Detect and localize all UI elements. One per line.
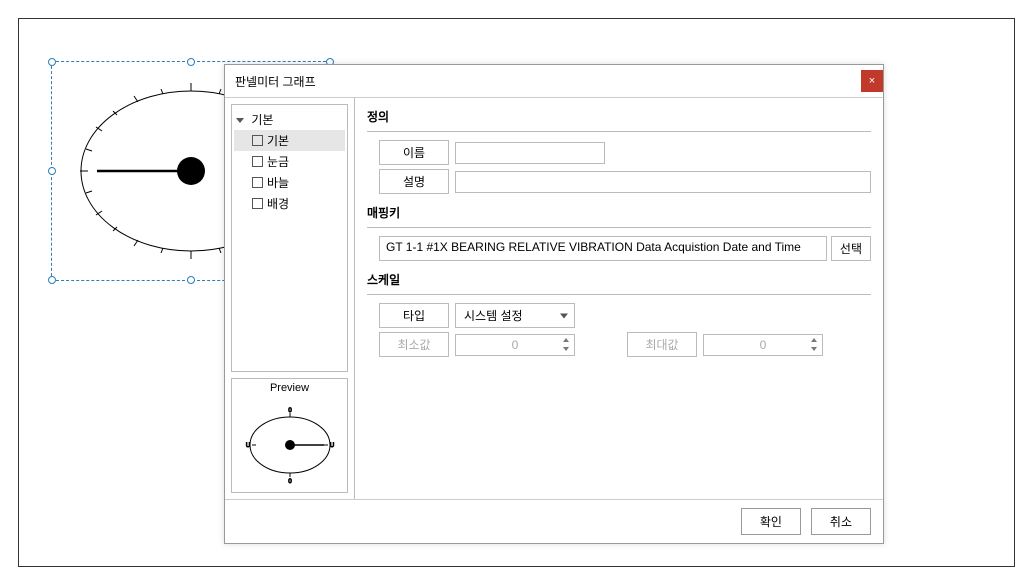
spinner xyxy=(560,336,572,354)
tree-item-label: 바늘 xyxy=(267,174,289,191)
dialog-footer: 확인 취소 xyxy=(225,499,883,543)
select-value: 시스템 설정 xyxy=(464,307,523,324)
row-mapping: GT 1-1 #1X BEARING RELATIVE VIBRATION Da… xyxy=(379,236,871,261)
dialog-body: 기본 기본 눈금 바늘 xyxy=(225,98,883,499)
outer-frame: 판넬미터 그래프 × 기본 기본 눈금 xyxy=(18,18,1015,567)
spin-down-icon[interactable] xyxy=(808,345,820,354)
mapping-value: GT 1-1 #1X BEARING RELATIVE VIBRATION Da… xyxy=(379,236,827,261)
input-name[interactable] xyxy=(455,142,605,164)
svg-text:0: 0 xyxy=(288,479,292,485)
resize-handle-ml[interactable] xyxy=(48,167,56,175)
checkbox-icon[interactable] xyxy=(252,198,263,209)
mapping-select-button[interactable]: 선택 xyxy=(831,236,871,261)
ok-button[interactable]: 확인 xyxy=(741,508,801,535)
close-button[interactable]: × xyxy=(861,70,883,92)
left-pane: 기본 기본 눈금 바늘 xyxy=(225,98,355,499)
tree-item-basic[interactable]: 기본 xyxy=(234,130,345,151)
input-desc[interactable] xyxy=(455,171,871,193)
tree-item-label: 눈금 xyxy=(267,153,289,170)
select-scale-type[interactable]: 시스템 설정 xyxy=(455,303,575,328)
close-icon: × xyxy=(869,75,875,87)
resize-handle-bm[interactable] xyxy=(187,276,195,284)
svg-text:U: U xyxy=(329,443,333,449)
svg-text:U: U xyxy=(245,443,249,449)
tree-item-scale-ticks[interactable]: 눈금 xyxy=(234,151,345,172)
svg-text:0: 0 xyxy=(288,408,292,414)
right-pane: 정의 이름 설명 매핑키 GT 1-1 #1X BEARI xyxy=(355,98,883,499)
spinner xyxy=(808,336,820,354)
label-type: 타입 xyxy=(379,303,449,328)
panel-meter-preview-icon: 0 U 0 U xyxy=(240,405,340,485)
divider xyxy=(367,131,871,132)
resize-handle-tm[interactable] xyxy=(187,58,195,66)
resize-handle-tl[interactable] xyxy=(48,58,56,66)
section-mapping-title: 매핑키 xyxy=(367,204,871,221)
chevron-down-icon xyxy=(560,313,568,318)
label-min: 최소값 xyxy=(379,332,449,357)
tree-item-background[interactable]: 배경 xyxy=(234,193,345,214)
spin-up-icon[interactable] xyxy=(808,336,820,345)
checkbox-icon[interactable] xyxy=(252,135,263,146)
label-max: 최대값 xyxy=(627,332,697,357)
dialog-titlebar[interactable]: 판넬미터 그래프 × xyxy=(225,65,883,98)
properties-dialog: 판넬미터 그래프 × 기본 기본 눈금 xyxy=(224,64,884,544)
section-scale-title: 스케일 xyxy=(367,271,871,288)
section-definition-title: 정의 xyxy=(367,108,871,125)
input-max-value: 0 xyxy=(760,338,767,352)
input-max[interactable]: 0 xyxy=(703,334,823,356)
tree-item-label: 기본 xyxy=(267,132,289,149)
checkbox-icon[interactable] xyxy=(252,156,263,167)
tree-item-label: 배경 xyxy=(267,195,289,212)
dialog-title: 판넬미터 그래프 xyxy=(235,73,316,90)
divider xyxy=(367,294,871,295)
caret-down-icon xyxy=(236,118,244,123)
tree-root[interactable]: 기본 xyxy=(234,109,345,130)
row-scale-minmax: 최소값 0 최대값 0 xyxy=(379,332,871,357)
input-min-value: 0 xyxy=(512,338,519,352)
property-tree: 기본 기본 눈금 바늘 xyxy=(231,104,348,372)
tree-root-label: 기본 xyxy=(251,113,273,127)
label-desc: 설명 xyxy=(379,169,449,194)
cancel-button[interactable]: 취소 xyxy=(811,508,871,535)
spin-up-icon[interactable] xyxy=(560,336,572,345)
preview-title: Preview xyxy=(232,379,347,397)
preview-canvas: 0 U 0 U xyxy=(232,397,347,492)
row-desc: 설명 xyxy=(379,169,871,194)
resize-handle-bl[interactable] xyxy=(48,276,56,284)
divider xyxy=(367,227,871,228)
label-name: 이름 xyxy=(379,140,449,165)
checkbox-icon[interactable] xyxy=(252,177,263,188)
preview-box: Preview 0 U 0 xyxy=(231,378,348,493)
row-scale-type: 타입 시스템 설정 xyxy=(379,303,871,328)
tree-item-needle[interactable]: 바늘 xyxy=(234,172,345,193)
row-name: 이름 xyxy=(379,140,871,165)
spin-down-icon[interactable] xyxy=(560,345,572,354)
input-min[interactable]: 0 xyxy=(455,334,575,356)
